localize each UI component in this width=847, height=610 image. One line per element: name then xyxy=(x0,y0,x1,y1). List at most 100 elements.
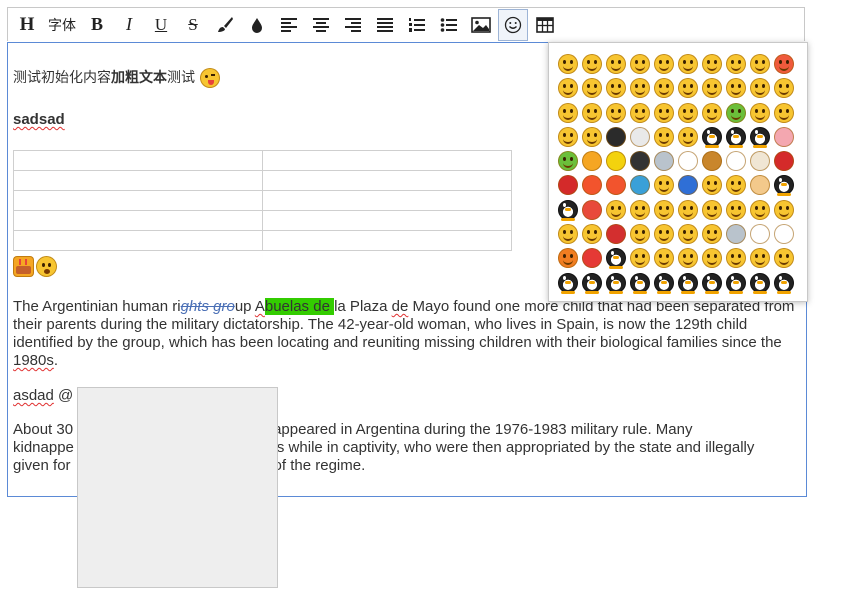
yellow-emoji-icon[interactable] xyxy=(605,199,627,221)
red-emoji-icon[interactable] xyxy=(773,53,795,75)
yellow-emoji-icon[interactable] xyxy=(557,102,579,124)
yellow-emoji-icon[interactable] xyxy=(701,199,723,221)
hands-emoji-icon[interactable] xyxy=(749,174,771,196)
yellow-emoji-icon[interactable] xyxy=(653,199,675,221)
yellow-emoji-icon[interactable] xyxy=(581,102,603,124)
justify-button[interactable] xyxy=(370,9,400,41)
table-cell[interactable] xyxy=(262,150,512,171)
knife-emoji-icon[interactable] xyxy=(725,223,747,245)
yellow-emoji-icon[interactable] xyxy=(629,223,651,245)
yellow-emoji-icon[interactable] xyxy=(629,53,651,75)
background-color-button[interactable] xyxy=(242,9,272,41)
yellow-emoji-icon[interactable] xyxy=(581,53,603,75)
pig-emoji-icon[interactable] xyxy=(773,126,795,148)
lips-emoji-icon[interactable] xyxy=(581,247,603,269)
bolt-emoji-icon[interactable] xyxy=(605,150,627,172)
qq-emoji-icon[interactable] xyxy=(773,174,795,197)
yellow-emoji-icon[interactable] xyxy=(557,53,579,75)
qq-emoji-icon[interactable] xyxy=(701,272,723,294)
yellow-emoji-icon[interactable] xyxy=(653,223,675,245)
green-emoji-icon[interactable] xyxy=(557,150,579,172)
yellow-emoji-icon[interactable] xyxy=(677,247,699,269)
yellow-emoji-icon[interactable] xyxy=(677,223,699,245)
qq-emoji-icon[interactable] xyxy=(773,272,795,294)
table-cell[interactable] xyxy=(262,190,512,211)
yellow-emoji-icon[interactable] xyxy=(653,247,675,269)
poop-emoji-icon[interactable] xyxy=(701,150,723,172)
ball-emoji-icon[interactable] xyxy=(773,223,795,245)
yellow-emoji-icon[interactable] xyxy=(677,126,699,148)
yellow-emoji-icon[interactable] xyxy=(629,77,651,99)
yellow-emoji-icon[interactable] xyxy=(701,223,723,245)
yellow-emoji-icon[interactable] xyxy=(701,102,723,124)
yellow-emoji-icon[interactable] xyxy=(557,77,579,99)
yellow-emoji-icon[interactable] xyxy=(653,53,675,75)
heart-emoji-icon[interactable] xyxy=(581,174,603,196)
yellow-emoji-icon[interactable] xyxy=(653,77,675,99)
yellow-emoji-icon[interactable] xyxy=(629,102,651,124)
align-left-button[interactable] xyxy=(274,9,304,41)
table-cell[interactable] xyxy=(13,210,263,231)
qq-emoji-icon[interactable] xyxy=(749,272,771,294)
yellow-emoji-icon[interactable] xyxy=(773,77,795,99)
image-button[interactable] xyxy=(466,9,496,41)
yellow-emoji-icon[interactable] xyxy=(773,247,795,269)
black-emoji-icon[interactable] xyxy=(605,126,627,148)
yellow-emoji-icon[interactable] xyxy=(773,102,795,124)
table-cell[interactable] xyxy=(262,230,512,251)
brush-button[interactable] xyxy=(210,9,240,41)
emoji-button[interactable] xyxy=(498,8,528,41)
yellow-emoji-icon[interactable] xyxy=(557,126,579,148)
rose-emoji-icon[interactable] xyxy=(557,174,579,196)
font-button[interactable]: 字体 xyxy=(44,9,80,41)
bomb-emoji-icon[interactable] xyxy=(629,150,651,172)
ball-emoji-icon[interactable] xyxy=(677,150,699,172)
qq-emoji-icon[interactable] xyxy=(605,272,627,294)
yellow-emoji-icon[interactable] xyxy=(749,53,771,75)
yellow-emoji-icon[interactable] xyxy=(749,102,771,124)
skull-emoji-icon[interactable] xyxy=(629,126,651,148)
table-cell[interactable] xyxy=(13,150,263,171)
table-cell[interactable] xyxy=(262,210,512,231)
yellow-emoji-icon[interactable] xyxy=(605,77,627,99)
bold-button[interactable]: B xyxy=(82,9,112,41)
yellow-emoji-icon[interactable] xyxy=(605,53,627,75)
italic-button[interactable]: I xyxy=(114,9,144,41)
yellow-emoji-icon[interactable] xyxy=(773,199,795,221)
orange-emoji-icon[interactable] xyxy=(557,247,579,269)
yellow-emoji-icon[interactable] xyxy=(725,199,747,221)
yellow-emoji-icon[interactable] xyxy=(725,77,747,99)
yellow-emoji-icon[interactable] xyxy=(725,247,747,269)
green-emoji-icon[interactable] xyxy=(725,102,747,124)
qq-emoji-icon[interactable] xyxy=(725,272,747,294)
yellow-emoji-icon[interactable] xyxy=(677,199,699,221)
align-right-button[interactable] xyxy=(338,9,368,41)
yellow-emoji-icon[interactable] xyxy=(629,247,651,269)
rose-emoji-icon[interactable] xyxy=(773,150,795,172)
qq-emoji-icon[interactable] xyxy=(653,272,675,294)
yellow-emoji-icon[interactable] xyxy=(749,199,771,221)
align-center-button[interactable] xyxy=(306,9,336,41)
qq-emoji-icon[interactable] xyxy=(701,126,723,148)
qq-emoji-icon[interactable] xyxy=(749,126,771,148)
knife-emoji-icon[interactable] xyxy=(653,150,675,172)
bullet-list-button[interactable] xyxy=(434,9,464,41)
qq-emoji-icon[interactable] xyxy=(557,272,579,294)
qq-emoji-icon[interactable] xyxy=(581,272,603,294)
moon-emoji-icon[interactable] xyxy=(677,174,699,196)
qq-emoji-icon[interactable] xyxy=(557,199,579,221)
yellow-emoji-icon[interactable] xyxy=(653,174,675,196)
yellow-emoji-icon[interactable] xyxy=(581,126,603,148)
yellow-emoji-icon[interactable] xyxy=(701,77,723,99)
cup-emoji-icon[interactable] xyxy=(749,223,771,245)
table-cell[interactable] xyxy=(13,230,263,251)
table-cell[interactable] xyxy=(13,170,263,191)
mention-suggestion-popup[interactable] xyxy=(77,387,278,588)
yellow-emoji-icon[interactable] xyxy=(749,247,771,269)
qq-emoji-icon[interactable] xyxy=(677,272,699,294)
heading-button[interactable]: H xyxy=(12,9,42,41)
strikethrough-button[interactable]: S xyxy=(178,9,208,41)
yellow-emoji-icon[interactable] xyxy=(701,247,723,269)
yellow-emoji-icon[interactable] xyxy=(677,77,699,99)
yellow-emoji-icon[interactable] xyxy=(581,223,603,245)
